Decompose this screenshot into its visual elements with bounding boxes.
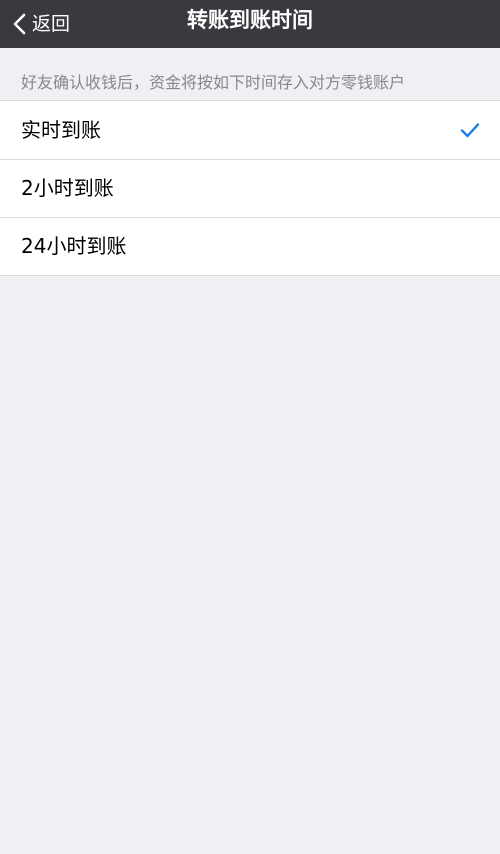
option-24-hours[interactable]: 24小时到账 xyxy=(0,217,500,275)
checkmark-icon xyxy=(460,123,480,138)
back-label: 返回 xyxy=(32,13,71,35)
chevron-left-icon xyxy=(13,13,26,35)
option-label: 实时到账 xyxy=(21,118,101,142)
option-label: 24小时到账 xyxy=(21,234,127,258)
option-2-hours[interactable]: 2小时到账 xyxy=(0,159,500,217)
option-label: 2小时到账 xyxy=(21,176,114,200)
page-title: 转账到账时间 xyxy=(187,8,313,32)
hint-text: 好友确认收钱后，资金将按如下时间存入对方零钱账户 xyxy=(21,73,406,92)
back-button[interactable]: 返回 xyxy=(12,0,70,48)
arrival-time-options: 实时到账 2小时到账 24小时到账 xyxy=(0,100,500,276)
option-realtime[interactable]: 实时到账 xyxy=(0,101,500,159)
navigation-bar: 返回 转账到账时间 xyxy=(0,0,500,48)
